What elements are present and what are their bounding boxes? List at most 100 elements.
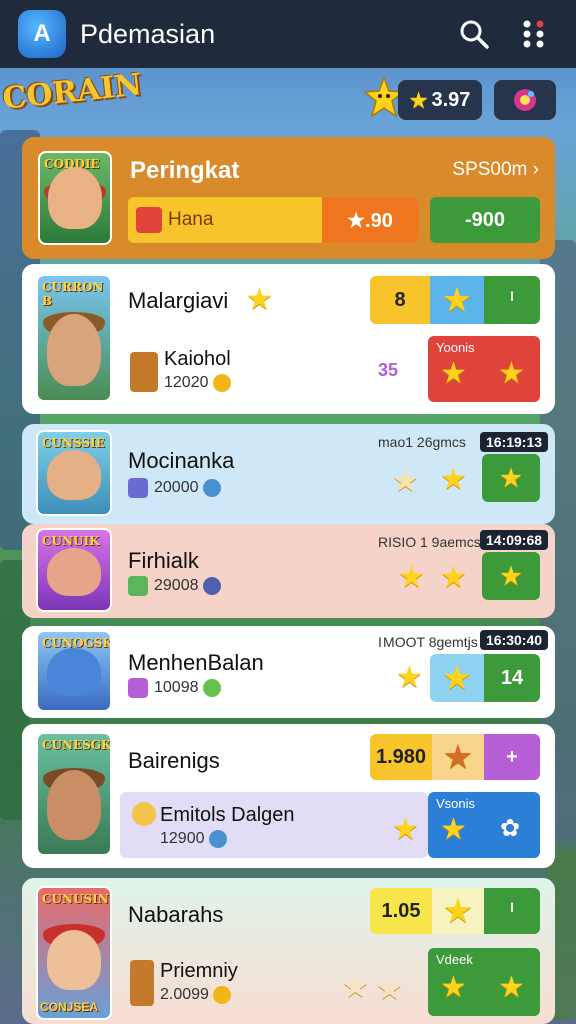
coin-icon bbox=[202, 479, 221, 497]
coin-icon bbox=[202, 679, 221, 697]
entry-sub-name: Priemniy bbox=[160, 960, 238, 982]
dots-grid-icon bbox=[523, 20, 544, 48]
entry-score-seg[interactable]: 1.980 bbox=[370, 734, 432, 780]
entry-thumb-label: CURRON B bbox=[42, 280, 104, 308]
entry-score: 29008 bbox=[128, 576, 221, 596]
star-icon: ★ bbox=[342, 971, 369, 1004]
entry-sub-name: Kaiohol bbox=[164, 348, 231, 370]
entry-score-seg[interactable]: 8 bbox=[370, 276, 430, 324]
sword-icon bbox=[128, 576, 148, 596]
entry-sub-avatar bbox=[132, 802, 156, 826]
menu-button[interactable] bbox=[514, 12, 558, 56]
entry-star-seg[interactable]: ★ bbox=[432, 734, 484, 780]
ranking-entry[interactable]: CUNOGSK MenhenBalan 10098 I MOOT 8gemtjs… bbox=[22, 626, 555, 718]
gear-icon: ✿ bbox=[500, 815, 521, 842]
entry-thumbnail: CUNUSIN CONJSEA bbox=[36, 886, 112, 1020]
coin-icon bbox=[212, 986, 231, 1004]
character-avatar bbox=[47, 314, 101, 386]
settings-badge[interactable] bbox=[494, 80, 556, 120]
header-bar-name: Hana bbox=[168, 209, 214, 230]
entry-thumbnail: CUNESGK bbox=[36, 732, 112, 856]
side-panel-green[interactable]: Vdeek ★ ★ bbox=[428, 948, 540, 1016]
entry-thumb-label: CUNSSIE bbox=[42, 436, 105, 450]
entry-star-seg[interactable]: ★ bbox=[432, 888, 484, 934]
entry-meta: RISIO 1 9aemcs bbox=[378, 534, 481, 550]
currency-value: 3.97 bbox=[431, 88, 471, 111]
entry-name: Mocinanka bbox=[128, 448, 235, 473]
star-icon: ★ bbox=[443, 661, 471, 695]
star-icon: ★ bbox=[440, 357, 467, 390]
entry-name: Malargiavi bbox=[128, 288, 229, 313]
entry-score: 10098 bbox=[128, 678, 221, 698]
entry-score: 20000 bbox=[128, 478, 221, 498]
app-title: Pdemasian bbox=[80, 18, 216, 49]
entry-name: Bairenigs bbox=[128, 748, 220, 773]
entry-name: Firhialk bbox=[128, 548, 199, 573]
ranking-entry[interactable]: CUNUSIN CONJSEA Nabarahs 1.05 ★ ⁱ Priemn… bbox=[22, 878, 555, 1024]
plus-icon: + bbox=[506, 745, 518, 768]
entry-sub-score: 12900 bbox=[160, 830, 227, 848]
header-title: Peringkat bbox=[130, 157, 240, 184]
star-icon: ★ bbox=[440, 463, 467, 496]
coin-icon bbox=[202, 577, 221, 595]
entry-sub-score: 12020 bbox=[164, 374, 231, 392]
entry-sub-panel: Emitols Dalgen 12900 bbox=[120, 792, 428, 858]
entry-action-seg[interactable]: ⁱ bbox=[484, 888, 540, 934]
star-icon: ★ bbox=[376, 973, 403, 1006]
header-bar-score: ★.90 bbox=[322, 197, 418, 243]
sword-icon bbox=[128, 478, 148, 498]
entry-score-seg[interactable]: 1.05 bbox=[370, 888, 432, 934]
character-avatar bbox=[47, 648, 101, 696]
side-label: Yoonis bbox=[436, 340, 475, 355]
ranking-header-card[interactable]: CODDIE Peringkat SPS00m › Hana ★.90 -900 bbox=[22, 137, 555, 259]
ranking-entry[interactable]: CUNUIK Firhialk 29008 RISIO 1 9aemcs 14:… bbox=[22, 524, 555, 618]
ranking-entry[interactable]: CUNSSIE Mocinanka 20000 mao1 26gmcs 16:1… bbox=[22, 424, 555, 524]
star-icon: ★ bbox=[392, 813, 419, 846]
entry-thumbnail: CURRON B bbox=[36, 274, 112, 402]
star-icon: ★ bbox=[498, 971, 525, 1004]
sword-icon bbox=[128, 678, 148, 698]
ranking-entry[interactable]: CURRON B Malargiavi ★ Kaiohol 12020 8 ★ … bbox=[22, 264, 555, 414]
entry-time-badge: 16:30:40 bbox=[480, 630, 549, 650]
star-icon: ★ bbox=[500, 562, 522, 590]
search-button[interactable] bbox=[452, 12, 496, 56]
star-icon: ★ bbox=[398, 561, 425, 594]
star-icon: ★ bbox=[500, 464, 522, 492]
entry-star-seg[interactable]: ★ bbox=[430, 654, 484, 702]
header-link[interactable]: SPS00m › bbox=[452, 159, 539, 181]
entry-star-seg[interactable]: ★ bbox=[430, 276, 484, 324]
entry-meta: I MOOT 8gemtjs bbox=[378, 634, 478, 650]
thumb-logo-text: CONJSEA bbox=[40, 1000, 99, 1014]
entry-sub-name: Emitols Dalgen bbox=[160, 804, 295, 826]
entry-action-seg[interactable]: ⁱ bbox=[484, 276, 540, 324]
favorite-star-icon[interactable]: ★ bbox=[246, 282, 273, 317]
side-panel-blue[interactable]: Vsonis ★ ✿ bbox=[428, 792, 540, 858]
star-icon: ★ bbox=[440, 971, 467, 1004]
entry-name: Nabarahs bbox=[128, 902, 224, 927]
character-avatar bbox=[47, 930, 101, 990]
coin-icon bbox=[212, 374, 231, 392]
entry-thumbnail: CUNOGSK bbox=[36, 630, 112, 712]
entry-action-seg[interactable]: 14 bbox=[484, 654, 540, 702]
side-panel-red[interactable]: Yoonis ★ ★ bbox=[428, 336, 540, 402]
star-icon: ★ bbox=[443, 283, 471, 317]
entry-thumb-label: CUNESGK bbox=[42, 738, 112, 752]
app-bar: A Pdemasian bbox=[0, 0, 576, 68]
entry-action-seg[interactable]: + bbox=[484, 734, 540, 780]
character-avatar bbox=[47, 450, 101, 500]
entry-name: MenhenBalan bbox=[128, 650, 264, 675]
entry-action-seg[interactable]: ★ bbox=[482, 454, 540, 502]
star-icon: ★ bbox=[498, 357, 525, 390]
ranking-entry[interactable]: CUNESGK Bairenigs 1.980 ★ + Emitols Dalg… bbox=[22, 724, 555, 868]
app-logo-icon[interactable]: A bbox=[18, 10, 66, 58]
currency-badge[interactable]: ★ 3.97 bbox=[398, 80, 482, 120]
character-avatar bbox=[47, 770, 101, 840]
currency-star-icon: ★ bbox=[409, 89, 428, 112]
coin-icon bbox=[208, 830, 227, 848]
entry-time-badge: 16:19:13 bbox=[480, 432, 549, 452]
header-bar: Hana ★.90 bbox=[128, 197, 418, 243]
entry-action-seg[interactable]: ★ bbox=[482, 552, 540, 600]
entry-sub-score: 2.0099 bbox=[160, 986, 231, 1004]
header-right-value[interactable]: -900 bbox=[430, 197, 540, 243]
entry-sub-icon bbox=[130, 352, 158, 392]
